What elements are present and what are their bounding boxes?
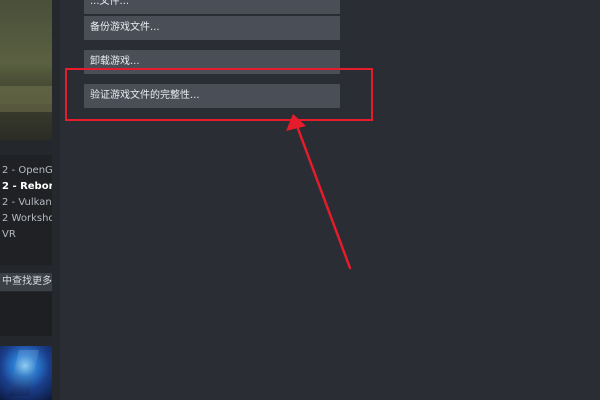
highlight-box <box>65 68 373 121</box>
version-item-reborn[interactable]: 2 - Reborn <box>2 181 52 193</box>
version-list: 2 - OpenGL 2 - Reborn 2 - Vulkan 2 Works… <box>0 155 52 265</box>
version-item-workshop[interactable]: 2 Workshop <box>2 213 52 225</box>
panel-divider <box>52 0 60 400</box>
library-left-panel: 2 - OpenGL 2 - Reborn 2 - Vulkan 2 Works… <box>0 0 52 400</box>
game-thumbnail[interactable] <box>0 346 52 400</box>
find-more-button[interactable]: 中查找更多 <box>0 273 52 291</box>
game-artwork <box>0 0 52 140</box>
version-item-vr[interactable]: VR <box>2 229 52 241</box>
version-item-vulkan[interactable]: 2 - Vulkan <box>2 197 52 209</box>
sidebar-empty-area <box>0 292 52 336</box>
menu-item-backup-game-files[interactable]: 备份游戏文件... <box>84 16 340 40</box>
menu-item-files[interactable]: ...文件... <box>84 0 340 14</box>
version-item-opengl[interactable]: 2 - OpenGL <box>2 165 52 177</box>
